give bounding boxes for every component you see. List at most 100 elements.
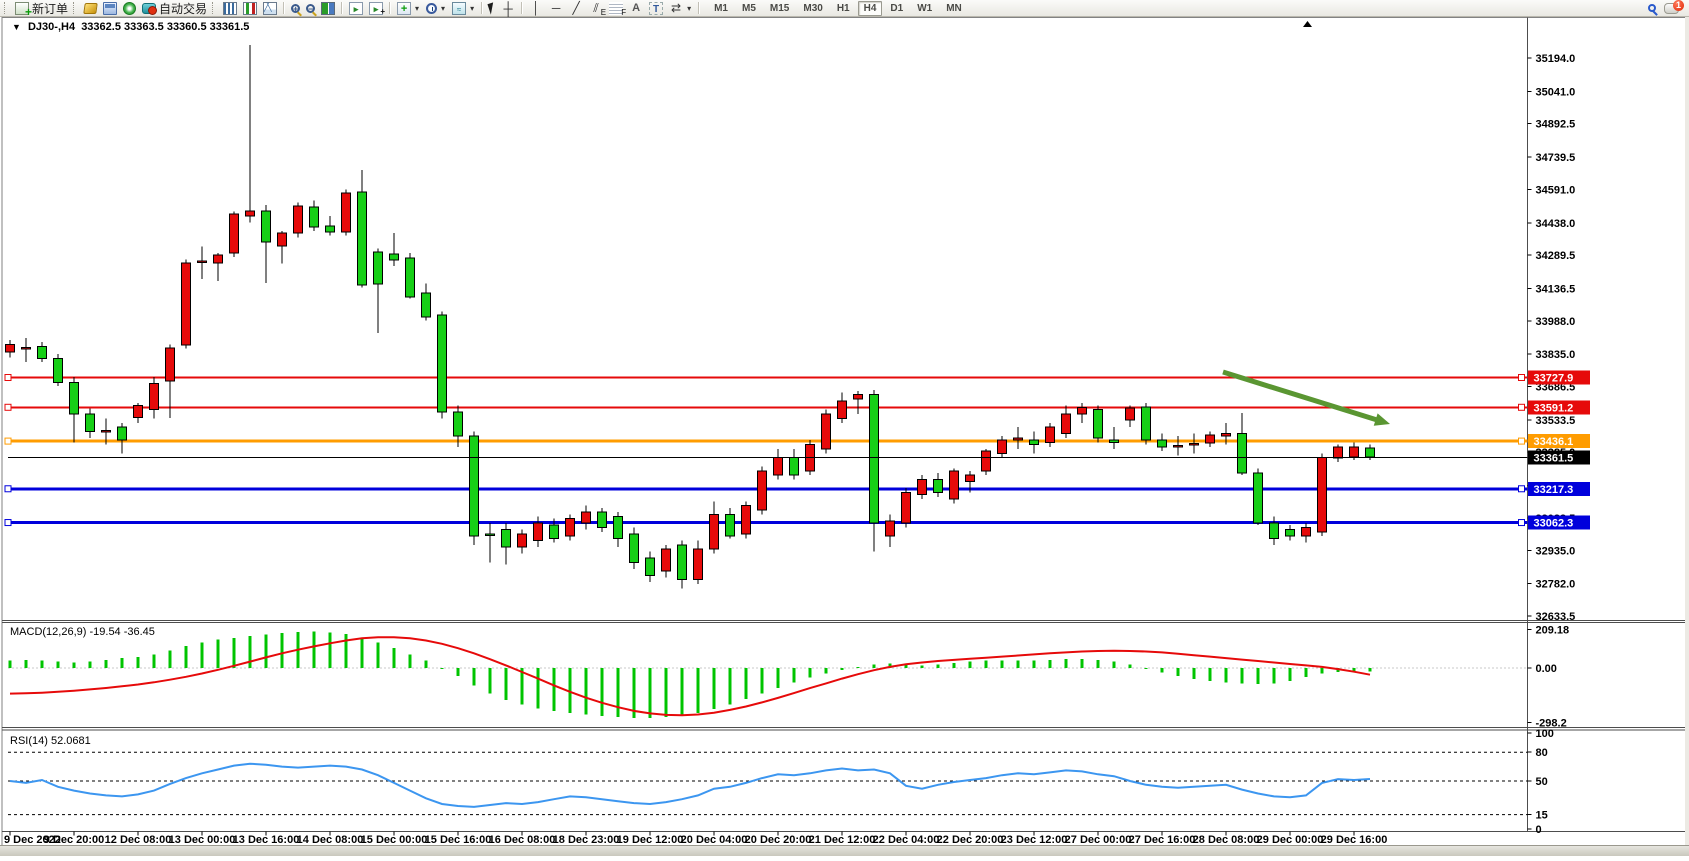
horizontal-line-button[interactable]: ─	[546, 1, 566, 16]
timeframe-d1[interactable]: D1	[884, 1, 909, 16]
channel-button[interactable]: ⫽E	[586, 1, 606, 16]
timeframe-mn[interactable]: MN	[940, 1, 968, 16]
candle	[358, 192, 367, 285]
macd-bar	[329, 632, 332, 668]
chat-icon[interactable]: 1	[1664, 3, 1679, 14]
line-handle[interactable]	[1519, 438, 1525, 444]
macd-bar	[649, 668, 652, 718]
macd-bar	[281, 633, 284, 668]
line-handle[interactable]	[5, 486, 11, 492]
line-handle[interactable]	[1519, 486, 1525, 492]
chevron-down-icon: ▾	[687, 4, 691, 13]
svg-text:209.18: 209.18	[1536, 625, 1570, 637]
chevron-down-icon: ▾	[470, 4, 474, 13]
line-handle[interactable]	[1519, 375, 1525, 381]
candle	[1174, 446, 1183, 448]
chart-shift-icon: ▸+	[369, 2, 383, 15]
arrows-button[interactable]: ⇄▾	[666, 1, 695, 16]
timeframe-m1[interactable]: M1	[708, 1, 734, 16]
candle	[1158, 440, 1167, 447]
candle	[470, 436, 479, 536]
macd-bar	[857, 667, 860, 668]
line-handle[interactable]	[1519, 520, 1525, 526]
chart-title[interactable]: ▼ DJ30-,H4 33362.5 33363.5 33360.5 33361…	[12, 21, 249, 33]
candle	[950, 471, 959, 499]
search-icon[interactable]	[1648, 4, 1656, 12]
svg-text:34892.5: 34892.5	[1536, 119, 1576, 131]
text-button[interactable]: A	[626, 1, 646, 16]
fibonacci-button[interactable]: F	[606, 1, 626, 16]
svg-text:33361.5: 33361.5	[1534, 452, 1574, 464]
line-chart-button[interactable]	[260, 1, 280, 16]
candle	[310, 207, 319, 227]
macd-bar	[777, 668, 780, 688]
macd-bar	[25, 660, 28, 668]
line-handle[interactable]	[5, 438, 11, 444]
bar-chart-button[interactable]	[220, 1, 240, 16]
line-handle[interactable]	[5, 520, 11, 526]
autotrade-button[interactable]: 自动交易	[139, 1, 210, 16]
crosshair-button[interactable]: ┼	[498, 1, 518, 16]
timeframe-h1[interactable]: H1	[831, 1, 856, 16]
templates-button[interactable]: ≈▾	[449, 1, 478, 16]
macd-bar	[601, 668, 604, 716]
svg-text:34289.5: 34289.5	[1536, 250, 1576, 262]
chart-area[interactable]: 35194.035041.034892.534739.534591.034438…	[0, 0, 1689, 861]
candle	[1238, 434, 1247, 473]
terminal-button[interactable]	[100, 1, 120, 16]
candle	[1318, 458, 1327, 532]
line-handle[interactable]	[5, 404, 11, 410]
macd-bar	[1049, 660, 1052, 668]
timeframe-w1[interactable]: W1	[911, 1, 938, 16]
candle	[1350, 447, 1359, 457]
candle	[1078, 408, 1087, 415]
candle	[1062, 414, 1071, 434]
candle	[934, 479, 943, 492]
timeframe-m15[interactable]: M15	[764, 1, 795, 16]
signal-button[interactable]	[120, 1, 139, 16]
zoom-out-icon: −	[306, 4, 315, 13]
notification-badge: 1	[1673, 0, 1684, 11]
macd-bar	[665, 668, 668, 717]
new-order-button[interactable]: 新订单	[12, 1, 71, 16]
line-chart-icon	[263, 2, 277, 15]
collapse-triangle-icon: ▼	[12, 22, 21, 32]
macd-bar	[1129, 664, 1132, 668]
macd-name: MACD(12,26,9)	[10, 626, 86, 638]
zoom-out-button[interactable]: −	[303, 1, 318, 16]
chart-shift-button[interactable]: ▸+	[366, 1, 386, 16]
candle	[678, 545, 687, 580]
svg-text:32633.5: 32633.5	[1536, 611, 1576, 623]
auto-scroll-button[interactable]: ▸	[346, 1, 366, 16]
candle	[198, 261, 207, 263]
line-handle[interactable]	[5, 375, 11, 381]
timeframe-h4[interactable]: H4	[858, 1, 883, 16]
macd-bar	[1065, 659, 1068, 668]
vertical-line-button[interactable]: │	[526, 1, 546, 16]
trendline-button[interactable]: ╱	[566, 1, 586, 16]
tile-windows-button[interactable]	[318, 1, 338, 16]
macd-bar	[713, 668, 716, 709]
market-depth-button[interactable]	[81, 1, 100, 16]
indicators-button[interactable]: +▾	[394, 1, 423, 16]
zoom-in-button[interactable]: +	[288, 1, 303, 16]
candlestick-button[interactable]	[240, 1, 260, 16]
text-label-button[interactable]: T	[646, 1, 666, 16]
candle	[214, 255, 223, 263]
candle	[630, 534, 639, 562]
periods-button[interactable]: ▾	[423, 1, 449, 16]
timeframe-m30[interactable]: M30	[797, 1, 828, 16]
cursor-button[interactable]	[486, 1, 498, 16]
line-handle[interactable]	[1519, 404, 1525, 410]
macd-bar	[1193, 668, 1196, 679]
templates-icon: ≈	[452, 2, 466, 15]
chart-canvas[interactable]: 35194.035041.034892.534739.534591.034438…	[0, 0, 1689, 856]
macd-bar	[473, 668, 476, 685]
candle	[870, 394, 879, 523]
candle	[326, 226, 335, 232]
macd-bar	[441, 668, 444, 669]
text-icon: A	[629, 2, 643, 15]
candle	[966, 475, 975, 482]
timeframe-m5[interactable]: M5	[736, 1, 762, 16]
svg-text:32782.0: 32782.0	[1536, 579, 1576, 591]
